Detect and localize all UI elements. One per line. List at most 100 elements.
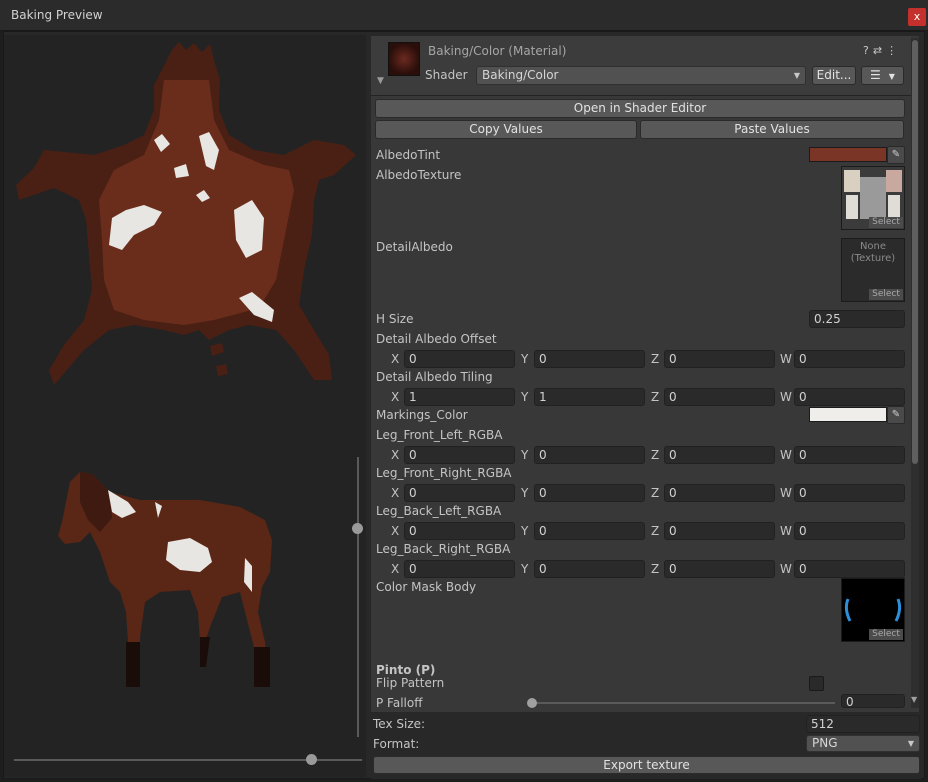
collapse-arrow-icon[interactable]: ▼: [377, 76, 384, 86]
leg-back-right-x[interactable]: 0: [404, 560, 515, 578]
axis-w-label: W: [780, 486, 792, 500]
leg-front-left-x[interactable]: 0: [404, 446, 515, 464]
color-mask-body-slot[interactable]: Select: [841, 578, 905, 642]
detail-albedo-tiling-y[interactable]: 1: [534, 388, 645, 406]
eyedropper-icon[interactable]: ✎: [887, 406, 905, 424]
axis-x-label: X: [391, 562, 400, 576]
vertical-slider-track[interactable]: [357, 457, 359, 737]
pinto-header: Pinto (P): [376, 663, 436, 677]
shader-dropdown[interactable]: Baking/Color ▼: [476, 66, 806, 85]
flip-pattern-label: Flip Pattern: [376, 676, 445, 690]
axis-y-label: Y: [521, 486, 529, 500]
leg-front-right-z[interactable]: 0: [664, 484, 775, 502]
shader-options-button[interactable]: ☰ ▼: [861, 66, 904, 85]
chevron-down-icon: ▼: [888, 72, 895, 81]
detail-albedo-offset-z[interactable]: 0: [664, 350, 775, 368]
leg-back-left-x[interactable]: 0: [404, 522, 515, 540]
texture-preview: [16, 42, 356, 385]
detail-albedo-tiling-z[interactable]: 0: [664, 388, 775, 406]
edit-shader-button[interactable]: Edit...: [812, 66, 856, 85]
tex-size-label: Tex Size:: [373, 717, 426, 731]
axis-z-label: Z: [651, 390, 660, 404]
paste-values-button[interactable]: Paste Values: [640, 120, 904, 139]
material-title: Baking/Color (Material): [428, 44, 567, 58]
axis-x-label: X: [391, 390, 400, 404]
leg-front-left-y[interactable]: 0: [534, 446, 645, 464]
horizontal-slider-thumb[interactable]: [306, 754, 317, 765]
horse-legs: [126, 637, 270, 687]
eyedropper-icon[interactable]: ✎: [887, 146, 905, 164]
detail-albedo-slot[interactable]: None (Texture) Select: [841, 238, 905, 302]
leg-back-left-y[interactable]: 0: [534, 522, 645, 540]
h-size-label: H Size: [376, 312, 414, 326]
color-mask-body-select[interactable]: Select: [869, 629, 903, 640]
albedo-texture-slot[interactable]: Select: [841, 166, 905, 230]
axis-x-label: X: [391, 524, 400, 538]
open-shader-editor-button[interactable]: Open in Shader Editor: [375, 99, 905, 118]
axis-w-label: W: [780, 352, 792, 366]
axis-y-label: Y: [521, 524, 529, 538]
leg-back-left-w[interactable]: 0: [794, 522, 905, 540]
p-falloff-label: P Falloff: [376, 696, 423, 710]
leg-front-right-w[interactable]: 0: [794, 484, 905, 502]
list-icon: ☰: [870, 68, 881, 82]
detail-albedo-tiling-x[interactable]: 1: [404, 388, 515, 406]
albedo-tint-swatch[interactable]: [809, 147, 887, 162]
axis-y-label: Y: [521, 352, 529, 366]
leg-front-left-z[interactable]: 0: [664, 446, 775, 464]
tex-size-field[interactable]: 512: [806, 715, 920, 733]
axis-w-label: W: [780, 448, 792, 462]
markings-color-label: Markings_Color: [376, 408, 468, 422]
detail-albedo-offset-x[interactable]: 0: [404, 350, 515, 368]
leg-back-right-z[interactable]: 0: [664, 560, 775, 578]
axis-z-label: Z: [651, 486, 660, 500]
detail-albedo-select[interactable]: Select: [869, 289, 903, 300]
close-button[interactable]: x: [908, 8, 926, 26]
p-falloff-field[interactable]: 0: [841, 694, 905, 709]
albedo-texture-label: AlbedoTexture: [376, 168, 462, 182]
leg-back-right-w[interactable]: 0: [794, 560, 905, 578]
scroll-down-icon[interactable]: ▼: [911, 695, 917, 704]
axis-w-label: W: [780, 524, 792, 538]
format-dropdown[interactable]: PNG ▼: [806, 735, 920, 752]
axis-x-label: X: [391, 486, 400, 500]
none-text: None: [859, 241, 887, 252]
shader-value: Baking/Color: [482, 68, 559, 82]
leg-back-left-z[interactable]: 0: [664, 522, 775, 540]
detail-albedo-none: None (Texture): [842, 241, 904, 265]
material-thumbnail: [388, 42, 420, 76]
export-texture-button[interactable]: Export texture: [373, 756, 920, 774]
leg-back-right-y[interactable]: 0: [534, 560, 645, 578]
axis-z-label: Z: [651, 524, 660, 538]
albedo-texture-select[interactable]: Select: [869, 217, 903, 228]
axis-w-label: W: [780, 390, 792, 404]
header-icons: ?⇄⋮: [863, 44, 901, 57]
vertical-slider-thumb[interactable]: [352, 523, 363, 534]
leg-front-left-w[interactable]: 0: [794, 446, 905, 464]
axis-x-label: X: [391, 352, 400, 366]
axis-z-label: Z: [651, 352, 660, 366]
more-icon[interactable]: ⋮: [886, 44, 901, 57]
color-mask-body-label: Color Mask Body: [376, 580, 477, 594]
dropdown-arrow-icon: ▼: [907, 739, 914, 748]
preset-icon[interactable]: ⇄: [873, 44, 886, 57]
shader-label: Shader: [425, 68, 468, 82]
detail-albedo-offset-y[interactable]: 0: [534, 350, 645, 368]
copy-values-button[interactable]: Copy Values: [375, 120, 637, 139]
axis-x-label: X: [391, 448, 400, 462]
detail-albedo-tiling-w[interactable]: 0: [794, 388, 905, 406]
inspector-scrollbar-thumb[interactable]: [912, 40, 918, 464]
p-falloff-slider-thumb[interactable]: [527, 698, 537, 708]
axis-y-label: Y: [521, 562, 529, 576]
leg-front-left-label: Leg_Front_Left_RGBA: [376, 428, 503, 442]
help-icon[interactable]: ?: [863, 44, 873, 57]
flip-pattern-checkbox[interactable]: [809, 676, 824, 691]
leg-front-right-y[interactable]: 0: [534, 484, 645, 502]
markings-color-swatch[interactable]: [809, 407, 887, 422]
detail-albedo-offset-w[interactable]: 0: [794, 350, 905, 368]
texture-text: (Texture): [850, 253, 896, 264]
h-size-field[interactable]: 0.25: [809, 310, 905, 328]
dropdown-arrow-icon: ▼: [793, 71, 800, 80]
p-falloff-slider-track[interactable]: [531, 702, 835, 704]
leg-front-right-x[interactable]: 0: [404, 484, 515, 502]
